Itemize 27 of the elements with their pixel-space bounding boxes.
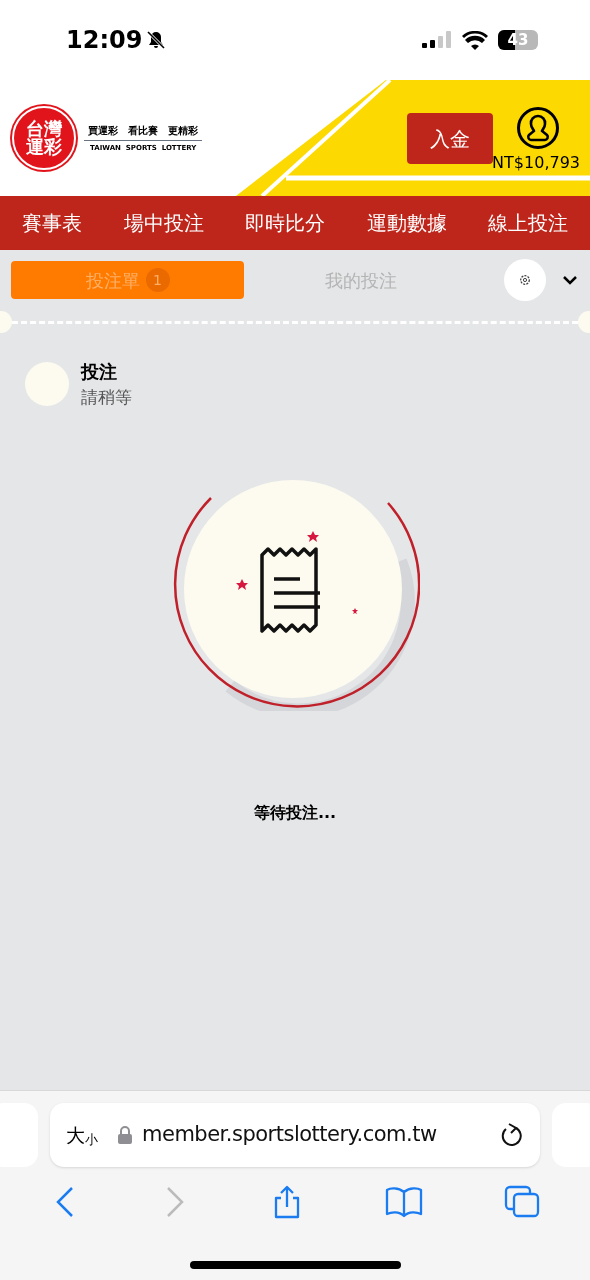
nav-link[interactable]: 線上投注: [488, 208, 568, 238]
bet-subtitle: 請稍等: [81, 386, 132, 409]
url-text: member.sportslottery.com.tw: [142, 1121, 437, 1149]
logo-text: 運彩: [26, 138, 62, 156]
reload-icon[interactable]: [500, 1122, 524, 1148]
slogan: 買運彩 看比賽 更精彩: [84, 122, 202, 141]
bet-title: 投注: [81, 360, 118, 384]
tabs-icon[interactable]: [504, 1185, 540, 1219]
bookmarks-icon[interactable]: [384, 1185, 424, 1219]
bell-muted-icon: [146, 30, 167, 50]
deposit-button[interactable]: 入金: [407, 113, 493, 164]
signal-icon: [422, 31, 452, 49]
chevron-down-icon[interactable]: [562, 275, 578, 285]
wifi-icon: [462, 30, 488, 50]
status-time: 12:09: [66, 25, 143, 56]
nav-link[interactable]: 即時比分: [245, 208, 325, 238]
nav-link[interactable]: 場中投注: [123, 208, 204, 238]
user-avatar-icon[interactable]: [516, 106, 560, 150]
balance-text: NT$10,793: [492, 152, 580, 174]
logo-text: 台灣: [26, 120, 62, 138]
count-badge: 1: [145, 268, 170, 292]
nav-link[interactable]: 賽事表: [22, 208, 82, 238]
settings-icon: [519, 274, 531, 286]
nav-link[interactable]: 運動數據: [366, 208, 447, 238]
lock-icon: [118, 1126, 132, 1144]
settings-button[interactable]: [504, 259, 546, 301]
waiting-text: 等待投注...: [253, 801, 337, 824]
